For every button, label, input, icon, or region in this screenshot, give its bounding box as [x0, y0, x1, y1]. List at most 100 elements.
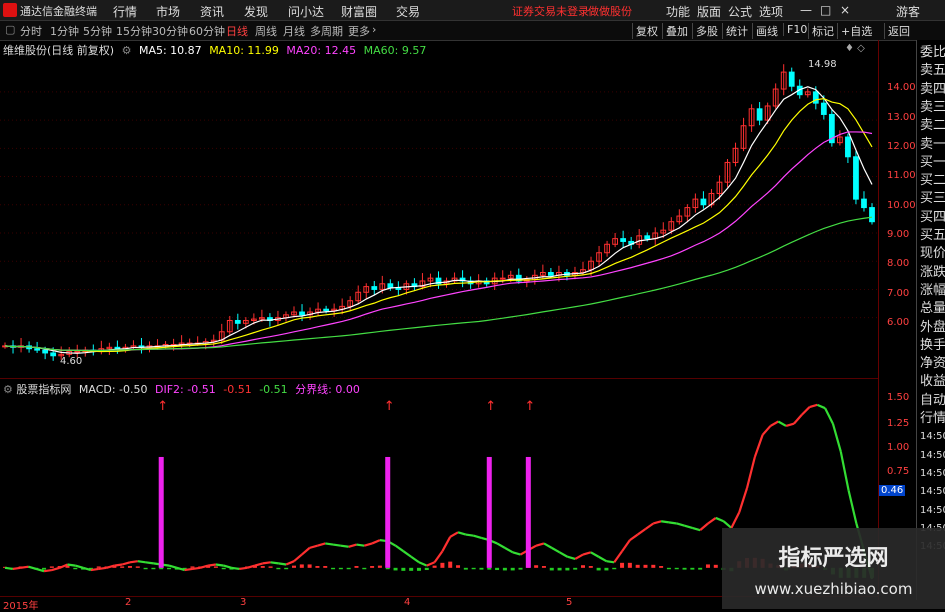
macd-bar — [620, 562, 625, 568]
side-panel-item[interactable]: 外盘 — [920, 319, 945, 337]
macd-bar — [682, 567, 687, 570]
menu-jiaoyi[interactable]: 交易 — [396, 3, 420, 20]
macd-bar — [502, 567, 507, 571]
side-panel-item[interactable]: 委比 — [920, 44, 945, 62]
date-tick: 4 — [404, 597, 411, 608]
side-panel-item[interactable]: 净资 — [920, 355, 945, 373]
menu-zixun[interactable]: 资讯 — [200, 3, 224, 20]
side-panel-item[interactable]: 买三 — [920, 190, 945, 208]
macd-bar — [385, 567, 390, 570]
side-panel-item[interactable]: 自动 — [920, 392, 945, 410]
tool-fanhui[interactable]: 返回 — [884, 23, 913, 39]
side-panel-item[interactable]: 收益 — [920, 373, 945, 391]
side-panel-item[interactable]: 14:50 — [920, 483, 945, 501]
period-weekly[interactable]: 周线 — [255, 23, 277, 39]
signal-arrow: ↑ — [485, 399, 496, 414]
y-tick: 10.00 — [887, 200, 916, 211]
side-panel-item[interactable]: 卖二 — [920, 117, 945, 135]
y-tick: 6.00 — [887, 317, 910, 328]
broker-name[interactable]: 做做股份 — [588, 3, 632, 19]
menu-wenxiaoda[interactable]: 问小达 — [288, 3, 324, 20]
signal-line-segment — [847, 489, 858, 524]
signal-line-segment — [473, 534, 482, 539]
macd-bar — [534, 565, 539, 568]
side-panel-item[interactable]: 14:50 — [920, 428, 945, 446]
app-logo-icon — [3, 3, 17, 17]
tool-biaoji[interactable]: 标记 — [808, 23, 837, 39]
menu-faxian[interactable]: 发现 — [244, 3, 268, 20]
ma10-line — [4, 98, 873, 353]
watermark-title: 指标严选网 — [778, 546, 889, 571]
signal-line-segment — [67, 563, 76, 567]
macd-bar — [659, 566, 664, 568]
period-30min[interactable]: 30分钟 — [152, 23, 188, 39]
tool-fuquan[interactable]: 复权 — [632, 23, 661, 39]
period-monthly[interactable]: 月线 — [283, 23, 305, 39]
side-panel-item[interactable]: 涨幅 — [920, 282, 945, 300]
menu-caifuquan[interactable]: 财富圈 — [341, 3, 377, 20]
menu-gongneng[interactable]: 功能 — [666, 3, 690, 20]
login-notice[interactable]: 证券交易未登录 — [512, 3, 589, 19]
side-panel-item[interactable]: 买四 — [920, 209, 945, 227]
macd-bar — [674, 567, 679, 570]
side-panel-item[interactable]: 买五 — [920, 227, 945, 245]
period-15min[interactable]: 15分钟 — [116, 23, 152, 39]
kline-chart-panel[interactable]: 维维股份(日线 前复权) ⚙ MA5: 10.87 MA10: 11.99 MA… — [0, 40, 878, 379]
macd-bar — [315, 566, 320, 568]
signal-line-segment — [12, 566, 21, 571]
signal-line-segment — [465, 533, 474, 537]
candle-body — [853, 156, 859, 200]
side-panel-item[interactable]: 14:50 — [920, 465, 945, 483]
menu-gongshi[interactable]: 公式 — [728, 3, 752, 20]
macd-bar — [479, 567, 484, 570]
side-panel-item[interactable]: 买一 — [920, 154, 945, 172]
macd-bar — [643, 564, 648, 568]
period-daily[interactable]: 日线 — [226, 23, 248, 39]
more-arrow-icon[interactable]: › — [372, 23, 376, 36]
period-more[interactable]: 更多 — [348, 23, 370, 39]
signal-line-segment — [4, 566, 13, 571]
side-panel-item[interactable]: 卖三 — [920, 99, 945, 117]
candle-body — [820, 102, 827, 115]
maximize-icon[interactable]: □ — [820, 3, 831, 17]
candle-body — [371, 286, 378, 290]
menu-banmian[interactable]: 版面 — [697, 3, 721, 20]
tool-tongji[interactable]: 统计 — [722, 23, 751, 39]
side-panel-item[interactable]: 涨跌 — [920, 264, 945, 282]
candle-body — [700, 198, 707, 206]
tool-huaxian[interactable]: 画线 — [752, 23, 781, 39]
side-panel-item[interactable]: 14:50 — [920, 447, 945, 465]
side-panel-item[interactable]: 14:50 — [920, 502, 945, 520]
menu-shichang[interactable]: 市场 — [156, 3, 180, 20]
tool-f10[interactable]: F10 — [783, 23, 810, 36]
side-panel-item[interactable]: 现价 — [920, 245, 945, 263]
tool-zixuan[interactable]: +自选 — [837, 23, 875, 39]
period-multi[interactable]: 多周期 — [310, 23, 343, 39]
close-icon[interactable]: × — [840, 3, 850, 17]
guest-label[interactable]: 游客 — [896, 3, 920, 20]
signal-line-segment — [51, 566, 60, 572]
side-panel-item[interactable]: 卖一 — [920, 136, 945, 154]
side-panel-item[interactable]: 换手 — [920, 337, 945, 355]
date-tick: 2 — [125, 597, 132, 608]
side-panel-item[interactable]: 行情 — [920, 410, 945, 428]
period-1min[interactable]: 1分钟 — [50, 23, 79, 39]
ind-current-value: 0.46 — [879, 485, 906, 496]
menu-xuanxiang[interactable]: 选项 — [759, 3, 783, 20]
signal-arrow: ↑ — [524, 399, 535, 414]
side-panel-item[interactable]: 卖四 — [920, 81, 945, 99]
side-panel-item[interactable]: 总量 — [920, 300, 945, 318]
period-5min[interactable]: 5分钟 — [83, 23, 112, 39]
signal-line-segment — [769, 420, 779, 427]
period-60min[interactable]: 60分钟 — [189, 23, 225, 39]
candle-body — [812, 91, 819, 104]
period-fenshi[interactable]: 分时 — [20, 23, 42, 39]
minimize-icon[interactable]: — — [800, 3, 812, 17]
signal-line-segment — [839, 451, 850, 491]
tool-duogu[interactable]: 多股 — [692, 23, 721, 39]
side-panel-item[interactable]: 买二 — [920, 172, 945, 190]
tool-diejia[interactable]: 叠加 — [662, 23, 691, 39]
side-panel-item[interactable]: 卖五 — [920, 62, 945, 80]
signal-line-segment — [426, 561, 436, 567]
menu-hangqing[interactable]: 行情 — [113, 3, 137, 20]
